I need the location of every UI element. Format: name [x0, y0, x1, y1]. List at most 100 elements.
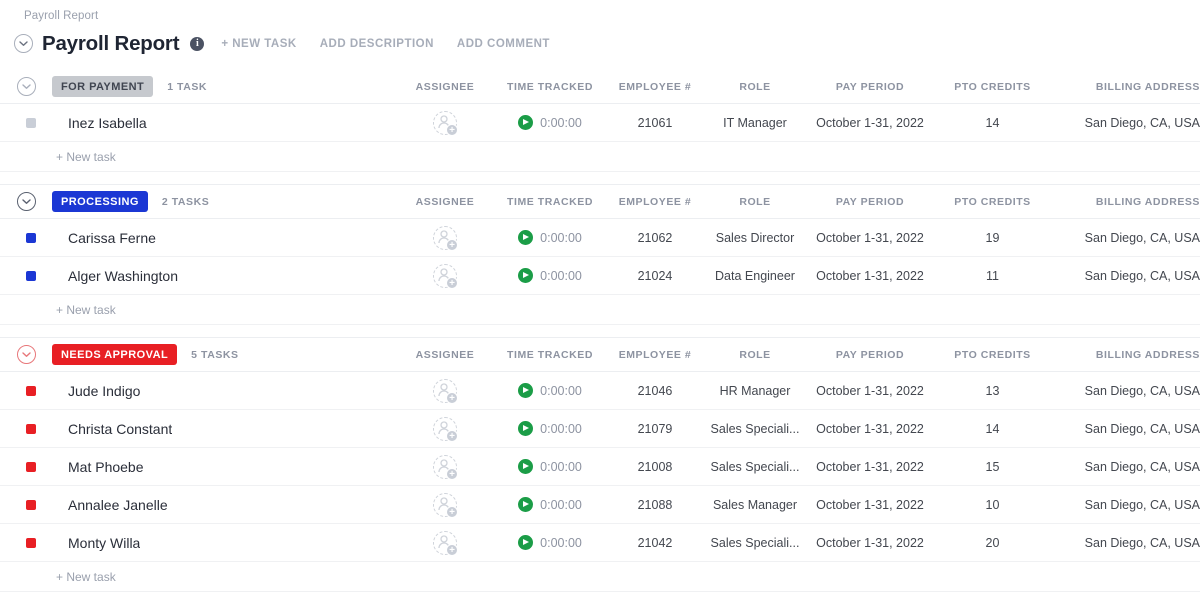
- pto-credits-value[interactable]: 14: [935, 422, 1050, 436]
- play-icon[interactable]: [518, 230, 533, 245]
- new-task-row[interactable]: + New task: [0, 295, 1200, 325]
- billing-address-value[interactable]: San Diego, CA, USA: [1050, 231, 1200, 245]
- table-row[interactable]: Mat Phoebe+0:00:0021008Sales Speciali...…: [0, 448, 1200, 486]
- chevron-down-icon[interactable]: [14, 34, 33, 53]
- role-value[interactable]: Data Engineer: [705, 269, 805, 283]
- billing-address-value[interactable]: San Diego, CA, USA: [1050, 460, 1200, 474]
- pto-credits-value[interactable]: 11: [935, 269, 1050, 283]
- pto-credits-value[interactable]: 19: [935, 231, 1050, 245]
- role-value[interactable]: Sales Director: [705, 231, 805, 245]
- pto-credits-value[interactable]: 10: [935, 498, 1050, 512]
- task-name[interactable]: Monty Willa: [68, 535, 140, 551]
- role-value[interactable]: Sales Speciali...: [705, 536, 805, 550]
- new-task-label[interactable]: + New task: [56, 303, 116, 317]
- role-value[interactable]: IT Manager: [705, 116, 805, 130]
- table-row[interactable]: Inez Isabella+0:00:0021061IT ManagerOcto…: [0, 104, 1200, 142]
- employee-number-value[interactable]: 21042: [605, 536, 705, 550]
- column-header-employee[interactable]: EMPLOYEE #: [605, 196, 705, 208]
- pto-credits-value[interactable]: 20: [935, 536, 1050, 550]
- task-status-square[interactable]: [26, 538, 36, 548]
- column-header-assignee[interactable]: ASSIGNEE: [395, 81, 495, 93]
- assignee-avatar-add[interactable]: +: [433, 226, 457, 250]
- table-row[interactable]: Carissa Ferne+0:00:0021062Sales Director…: [0, 219, 1200, 257]
- task-status-square[interactable]: [26, 271, 36, 281]
- column-header-assignee[interactable]: ASSIGNEE: [395, 196, 495, 208]
- new-task-label[interactable]: + New task: [56, 150, 116, 164]
- column-header-role[interactable]: ROLE: [705, 81, 805, 93]
- assignee-avatar-add[interactable]: +: [433, 111, 457, 135]
- column-header-pay-period[interactable]: PAY PERIOD: [805, 81, 935, 93]
- column-header-assignee[interactable]: ASSIGNEE: [395, 349, 495, 361]
- group-collapse-icon[interactable]: [17, 345, 36, 364]
- assignee-avatar-add[interactable]: +: [433, 264, 457, 288]
- billing-address-value[interactable]: San Diego, CA, USA: [1050, 384, 1200, 398]
- task-status-square[interactable]: [26, 386, 36, 396]
- info-icon[interactable]: i: [190, 37, 204, 51]
- play-icon[interactable]: [518, 383, 533, 398]
- role-value[interactable]: HR Manager: [705, 384, 805, 398]
- employee-number-value[interactable]: 21046: [605, 384, 705, 398]
- role-value[interactable]: Sales Manager: [705, 498, 805, 512]
- column-header-role[interactable]: ROLE: [705, 349, 805, 361]
- table-row[interactable]: Christa Constant+0:00:0021079Sales Speci…: [0, 410, 1200, 448]
- assignee-avatar-add[interactable]: +: [433, 417, 457, 441]
- role-value[interactable]: Sales Speciali...: [705, 422, 805, 436]
- add-description-button[interactable]: ADD DESCRIPTION: [320, 38, 434, 50]
- billing-address-value[interactable]: San Diego, CA, USA: [1050, 269, 1200, 283]
- task-name[interactable]: Mat Phoebe: [68, 459, 144, 475]
- employee-number-value[interactable]: 21062: [605, 231, 705, 245]
- billing-address-value[interactable]: San Diego, CA, USA: [1050, 536, 1200, 550]
- play-icon[interactable]: [518, 421, 533, 436]
- new-task-row[interactable]: + New task: [0, 562, 1200, 592]
- new-task-label[interactable]: + New task: [56, 570, 116, 584]
- pay-period-value[interactable]: October 1-31, 2022: [805, 536, 935, 550]
- column-header-employee[interactable]: EMPLOYEE #: [605, 349, 705, 361]
- employee-number-value[interactable]: 21088: [605, 498, 705, 512]
- column-header-billing-address[interactable]: BILLING ADDRESS: [1050, 81, 1200, 93]
- pto-credits-value[interactable]: 15: [935, 460, 1050, 474]
- column-header-pto-credits[interactable]: PTO CREDITS: [935, 81, 1050, 93]
- role-value[interactable]: Sales Speciali...: [705, 460, 805, 474]
- billing-address-value[interactable]: San Diego, CA, USA: [1050, 116, 1200, 130]
- pay-period-value[interactable]: October 1-31, 2022: [805, 498, 935, 512]
- billing-address-value[interactable]: San Diego, CA, USA: [1050, 498, 1200, 512]
- task-status-square[interactable]: [26, 500, 36, 510]
- table-row[interactable]: Jude Indigo+0:00:0021046HR ManagerOctobe…: [0, 372, 1200, 410]
- pto-credits-value[interactable]: 13: [935, 384, 1050, 398]
- task-name[interactable]: Annalee Janelle: [68, 497, 168, 513]
- column-header-billing-address[interactable]: BILLING ADDRESS: [1050, 349, 1200, 361]
- task-status-square[interactable]: [26, 118, 36, 128]
- table-row[interactable]: Annalee Janelle+0:00:0021088Sales Manage…: [0, 486, 1200, 524]
- pay-period-value[interactable]: October 1-31, 2022: [805, 384, 935, 398]
- table-row[interactable]: Monty Willa+0:00:0021042Sales Speciali..…: [0, 524, 1200, 562]
- billing-address-value[interactable]: San Diego, CA, USA: [1050, 422, 1200, 436]
- breadcrumb[interactable]: Payroll Report: [0, 8, 1200, 24]
- column-header-pto-credits[interactable]: PTO CREDITS: [935, 349, 1050, 361]
- play-icon[interactable]: [518, 535, 533, 550]
- play-icon[interactable]: [518, 268, 533, 283]
- column-header-time-tracked[interactable]: TIME TRACKED: [495, 196, 605, 208]
- pto-credits-value[interactable]: 14: [935, 116, 1050, 130]
- column-header-pay-period[interactable]: PAY PERIOD: [805, 349, 935, 361]
- group-collapse-icon[interactable]: [17, 192, 36, 211]
- add-comment-button[interactable]: ADD COMMENT: [457, 38, 550, 50]
- play-icon[interactable]: [518, 497, 533, 512]
- task-name[interactable]: Inez Isabella: [68, 115, 147, 131]
- task-name[interactable]: Jude Indigo: [68, 383, 140, 399]
- group-status-badge[interactable]: FOR PAYMENT: [52, 76, 153, 97]
- column-header-time-tracked[interactable]: TIME TRACKED: [495, 81, 605, 93]
- assignee-avatar-add[interactable]: +: [433, 493, 457, 517]
- task-status-square[interactable]: [26, 462, 36, 472]
- employee-number-value[interactable]: 21061: [605, 116, 705, 130]
- pay-period-value[interactable]: October 1-31, 2022: [805, 422, 935, 436]
- task-status-square[interactable]: [26, 424, 36, 434]
- task-name[interactable]: Alger Washington: [68, 268, 178, 284]
- group-status-badge[interactable]: PROCESSING: [52, 191, 148, 212]
- assignee-avatar-add[interactable]: +: [433, 455, 457, 479]
- column-header-role[interactable]: ROLE: [705, 196, 805, 208]
- employee-number-value[interactable]: 21008: [605, 460, 705, 474]
- pay-period-value[interactable]: October 1-31, 2022: [805, 269, 935, 283]
- pay-period-value[interactable]: October 1-31, 2022: [805, 116, 935, 130]
- column-header-pay-period[interactable]: PAY PERIOD: [805, 196, 935, 208]
- assignee-avatar-add[interactable]: +: [433, 379, 457, 403]
